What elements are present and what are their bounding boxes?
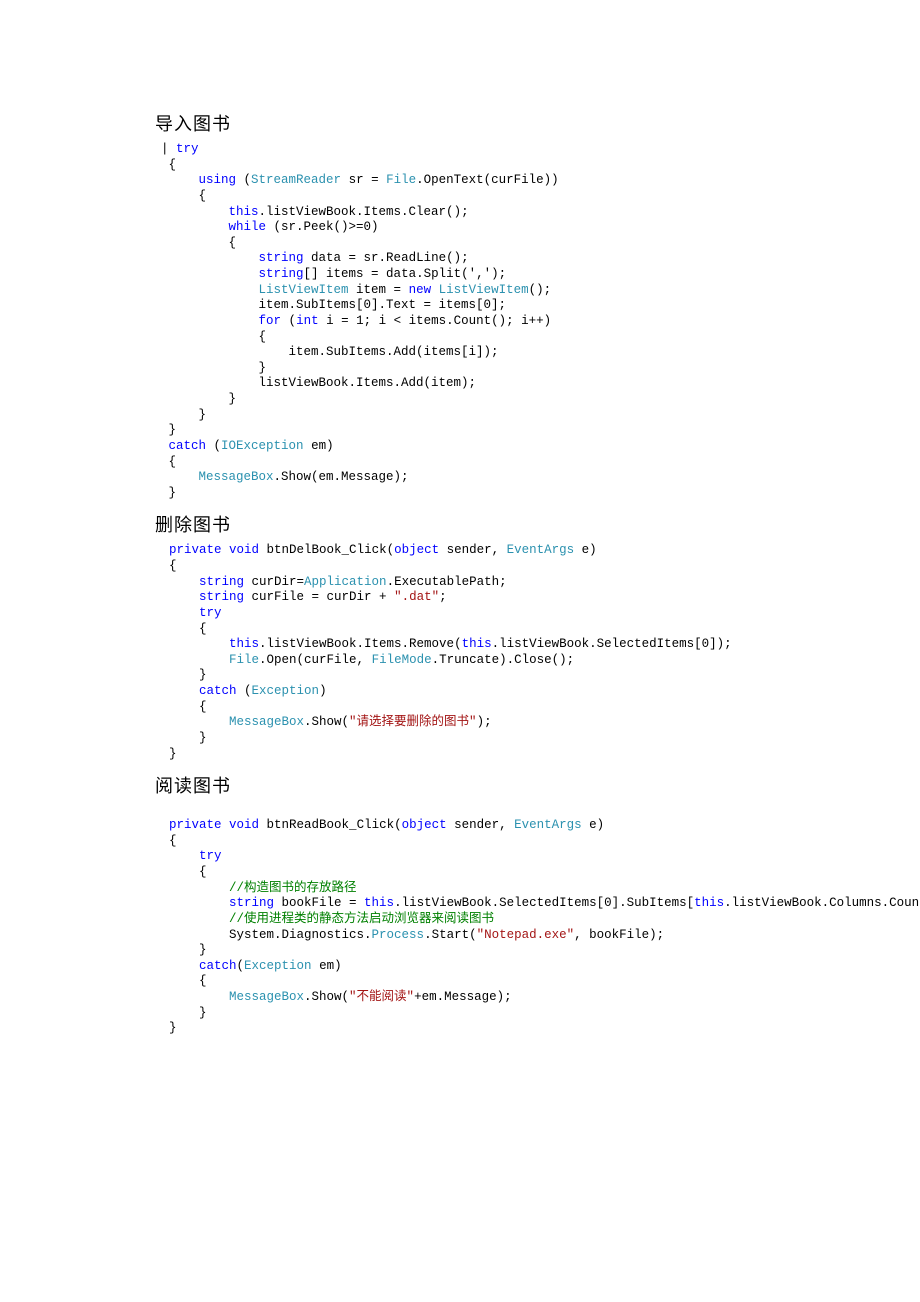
section-read-books: 阅读图书 private void btnReadBook_Click(obje…	[155, 772, 880, 1037]
section-import-books: 导入图书 | try { using (StreamReader sr = Fi…	[155, 110, 880, 501]
code-block-import: | try { using (StreamReader sr = File.Op…	[161, 142, 880, 501]
code-block-delete: private void btnDelBook_Click(object sen…	[169, 543, 880, 762]
document-page: 导入图书 | try { using (StreamReader sr = Fi…	[0, 0, 920, 1081]
spacer	[155, 804, 880, 818]
section-delete-books: 删除图书 private void btnDelBook_Click(objec…	[155, 511, 880, 762]
section-heading: 删除图书	[155, 511, 880, 537]
section-heading: 导入图书	[155, 110, 880, 136]
section-heading: 阅读图书	[155, 772, 880, 798]
code-block-read: private void btnReadBook_Click(object se…	[169, 818, 880, 1037]
